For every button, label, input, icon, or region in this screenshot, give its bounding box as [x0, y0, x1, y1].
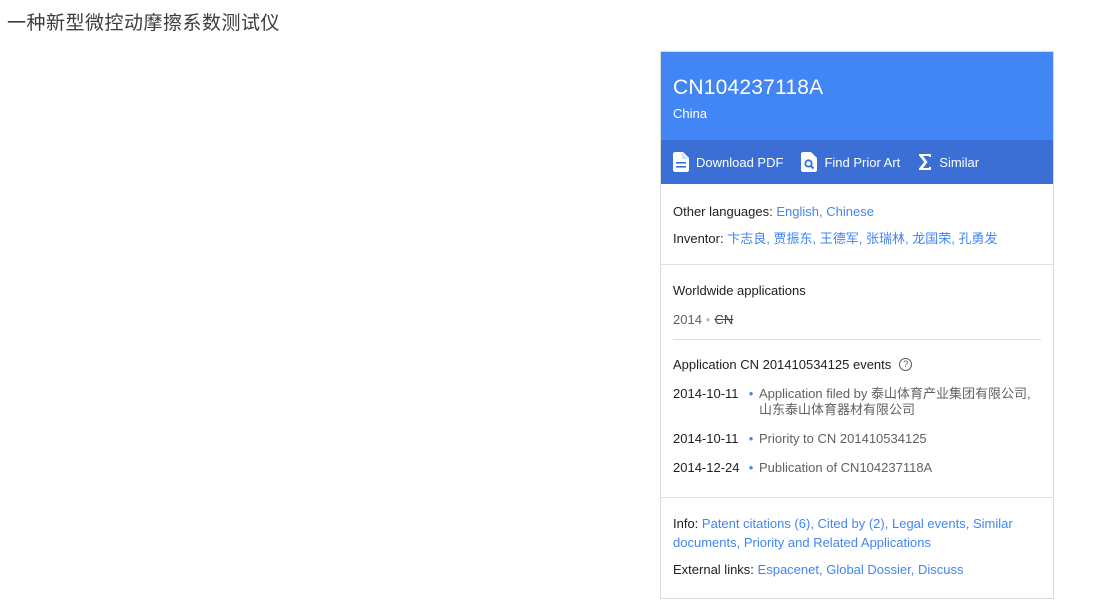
- info-link-priority-applications[interactable]: Priority and Related Applications: [744, 535, 931, 550]
- info-label: Info:: [673, 516, 702, 531]
- worldwide-applications-line: 2014 • CN: [673, 312, 1041, 340]
- event-item: 2014-12-24 • Publication of CN104237118A: [673, 460, 933, 475]
- events-list: 2014-10-11 • Application filed by 泰山体育产业…: [673, 386, 1041, 476]
- other-languages-label: Other languages:: [673, 204, 777, 219]
- download-pdf-button[interactable]: Download PDF: [673, 152, 783, 172]
- external-link-espacenet[interactable]: Espacenet: [758, 562, 819, 577]
- event-text: Priority to CN 201410534125: [759, 431, 927, 446]
- download-pdf-label: Download PDF: [696, 154, 784, 170]
- events-title: Application CN 201410534125 events: [673, 357, 892, 372]
- external-links-label: External links:: [673, 562, 758, 577]
- external-link-discuss[interactable]: Discuss: [918, 562, 964, 577]
- external-links-row: External links: Espacenet, Global Dossie…: [673, 562, 964, 577]
- inventor-link[interactable]: 贾振东: [773, 231, 812, 246]
- similar-label: Similar: [939, 154, 980, 170]
- publication-country: China: [673, 106, 707, 121]
- other-languages-row: Other languages: English, Chinese: [673, 204, 874, 219]
- page-title: 一种新型微控动摩擦系数测试仪: [7, 12, 281, 34]
- language-link-chinese[interactable]: Chinese: [826, 204, 874, 219]
- event-date: 2014-12-24: [673, 460, 740, 475]
- inventor-link[interactable]: 张瑞林: [866, 231, 905, 246]
- event-date: 2014-10-11: [673, 431, 739, 446]
- event-text: Application filed by 泰山体育产业集团有限公司, 山东泰山体…: [759, 386, 1031, 417]
- event-item: 2014-10-11 • Priority to CN 201410534125: [673, 431, 927, 446]
- find-prior-art-label: Find Prior Art: [824, 154, 901, 170]
- sigma-icon: [918, 153, 939, 171]
- inventor-link[interactable]: 卞志良: [727, 231, 766, 246]
- language-link-english[interactable]: English: [776, 204, 819, 219]
- find-prior-art-button[interactable]: Find Prior Art: [801, 152, 900, 172]
- event-date: 2014-10-11: [673, 386, 739, 401]
- info-link-patent-citations[interactable]: Patent citations (6): [702, 516, 810, 531]
- inventor-link[interactable]: 王德军: [820, 231, 859, 246]
- external-link-global-dossier[interactable]: Global Dossier: [826, 562, 911, 577]
- inventor-link[interactable]: 龙国荣: [912, 231, 951, 246]
- worldwide-country[interactable]: CN: [714, 312, 733, 327]
- worldwide-title: Worldwide applications: [673, 283, 806, 298]
- document-pdf-icon: [673, 152, 696, 172]
- events-header: Application CN 201410534125 events ?: [673, 357, 1041, 372]
- worldwide-year[interactable]: 2014: [673, 312, 702, 327]
- inventor-link[interactable]: 孔勇发: [958, 231, 997, 246]
- info-section: Info: Patent citations (6), Cited by (2)…: [661, 498, 1053, 591]
- info-row: Info: Patent citations (6), Cited by (2)…: [673, 516, 1013, 550]
- inventor-row: Inventor: 卞志良, 贾振东, 王德军, 张瑞林, 龙国荣, 孔勇发: [673, 231, 998, 246]
- languages-inventor-section: Other languages: English, Chinese Invent…: [661, 184, 1053, 265]
- card-toolbar: Download PDF Find Prior Art Similar: [661, 140, 1053, 184]
- publication-number: CN104237118A: [673, 76, 824, 99]
- inventor-label: Inventor:: [673, 231, 728, 246]
- worldwide-section: Worldwide applications 2014 • CN Applicati…: [661, 265, 1053, 498]
- info-link-legal-events[interactable]: Legal events: [892, 516, 966, 531]
- search-document-icon: [801, 152, 824, 172]
- event-text: Publication of CN104237118A: [759, 460, 933, 475]
- patent-summary-card: CN104237118A China Download PDF Find Pri…: [660, 51, 1054, 599]
- card-header: CN104237118A China: [661, 52, 1053, 140]
- info-link-cited-by[interactable]: Cited by (2): [818, 516, 885, 531]
- event-item: 2014-10-11 • Application filed by 泰山体育产业…: [673, 386, 1041, 418]
- help-icon[interactable]: ?: [899, 358, 913, 371]
- similar-button[interactable]: Similar: [918, 153, 979, 171]
